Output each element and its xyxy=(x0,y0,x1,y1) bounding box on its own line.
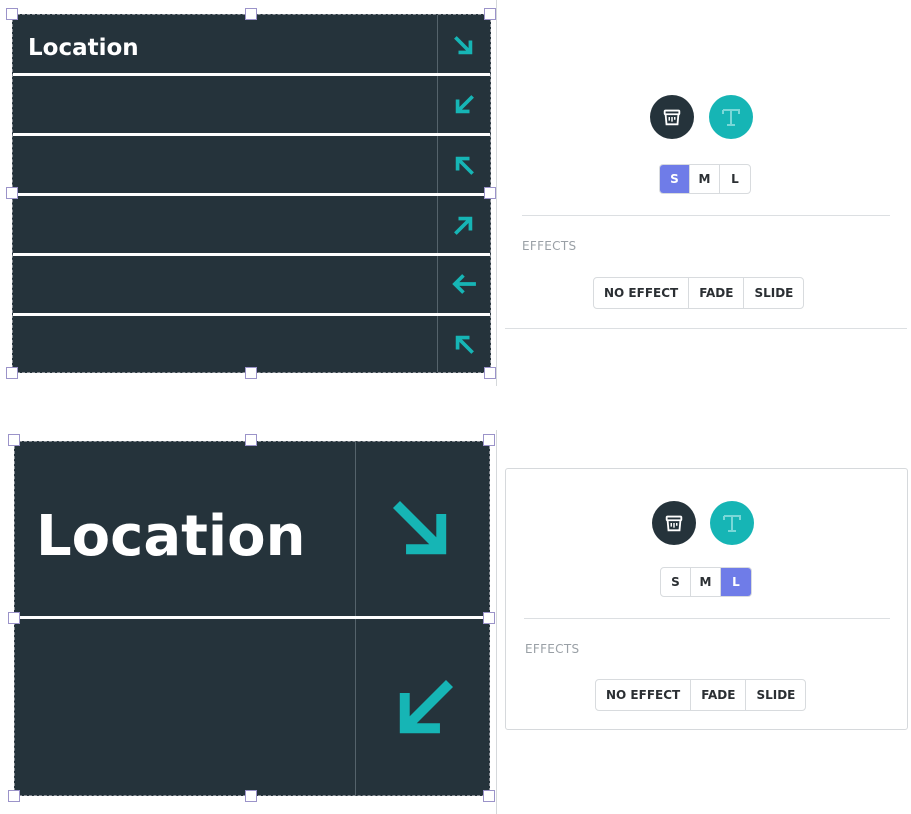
text-button[interactable] xyxy=(709,95,753,139)
fade-button[interactable]: FADE xyxy=(689,278,745,308)
resize-handle-top-right[interactable] xyxy=(484,8,496,20)
size-m-button[interactable]: M xyxy=(690,165,720,193)
size-selector: S M L xyxy=(660,567,752,597)
arrow-up-left-icon xyxy=(455,335,474,354)
no-effect-button[interactable]: NO EFFECT xyxy=(594,278,690,308)
row-divider xyxy=(13,73,490,76)
resize-handle-top-left[interactable] xyxy=(8,434,20,446)
resize-handle-bottom[interactable] xyxy=(245,367,257,379)
arrow-up-left-icon xyxy=(455,156,474,175)
row-divider xyxy=(13,253,490,256)
sign-title: Location xyxy=(28,35,139,61)
resize-handle-top[interactable] xyxy=(245,434,257,446)
text-t-icon xyxy=(722,109,740,126)
arrow-up-right-icon xyxy=(454,216,473,235)
slide-button[interactable]: SLIDE xyxy=(744,278,803,308)
resize-handle-right[interactable] xyxy=(484,187,496,199)
resize-handle-top-right[interactable] xyxy=(483,434,495,446)
resize-handle-bottom-right[interactable] xyxy=(484,367,496,379)
size-l-button[interactable]: L xyxy=(721,568,751,596)
divider xyxy=(522,215,890,216)
sign-settings-panel: S M L EFFECTS NO EFFECT FADE SLIDE xyxy=(505,468,908,730)
size-s-button[interactable]: S xyxy=(661,568,691,596)
resize-handle-bottom[interactable] xyxy=(245,790,257,802)
divider xyxy=(524,618,890,619)
resize-handle-bottom-left[interactable] xyxy=(8,790,20,802)
resize-handle-bottom-left[interactable] xyxy=(6,367,18,379)
text-t-icon xyxy=(723,515,741,532)
text-button[interactable] xyxy=(710,501,754,545)
row-divider xyxy=(13,193,490,196)
size-l-button[interactable]: L xyxy=(720,165,750,193)
no-effect-button[interactable]: NO EFFECT xyxy=(596,680,692,710)
paint-bucket-icon xyxy=(665,515,683,532)
row-divider xyxy=(13,313,490,316)
arrow-down-right-icon xyxy=(454,36,473,55)
arrow-down-right-icon xyxy=(392,500,447,555)
fade-button[interactable]: FADE xyxy=(691,680,747,710)
arrow-down-left-icon xyxy=(399,679,454,734)
resize-handle-right[interactable] xyxy=(483,612,495,624)
canvas-edge xyxy=(496,430,497,814)
resize-handle-left[interactable] xyxy=(6,187,18,199)
style-button[interactable] xyxy=(650,95,694,139)
size-selector: S M L xyxy=(659,164,751,194)
resize-handle-left[interactable] xyxy=(8,612,20,624)
effects-selector: NO EFFECT FADE SLIDE xyxy=(593,277,805,309)
slide-button[interactable]: SLIDE xyxy=(746,680,805,710)
sign-preview-large[interactable]: Location xyxy=(14,441,490,796)
size-s-button[interactable]: S xyxy=(660,165,690,193)
effects-label: EFFECTS xyxy=(522,239,577,253)
row-divider xyxy=(15,616,489,619)
resize-handle-top-left[interactable] xyxy=(6,8,18,20)
arrow-down-left-icon xyxy=(455,95,474,114)
effects-selector: NO EFFECT FADE SLIDE xyxy=(595,679,807,711)
style-button[interactable] xyxy=(652,501,696,545)
sign-title: Location xyxy=(36,504,306,569)
arrow-left-icon xyxy=(452,274,476,294)
paint-bucket-icon xyxy=(663,109,681,126)
sign-settings-panel: S M L EFFECTS NO EFFECT FADE SLIDE xyxy=(505,80,907,330)
size-m-button[interactable]: M xyxy=(691,568,721,596)
effects-label: EFFECTS xyxy=(525,642,580,656)
resize-handle-bottom-right[interactable] xyxy=(483,790,495,802)
row-divider xyxy=(13,133,490,136)
divider xyxy=(505,328,907,329)
resize-handle-top[interactable] xyxy=(245,8,257,20)
sign-preview-small[interactable]: Location xyxy=(12,14,491,373)
canvas-edge xyxy=(496,0,497,386)
